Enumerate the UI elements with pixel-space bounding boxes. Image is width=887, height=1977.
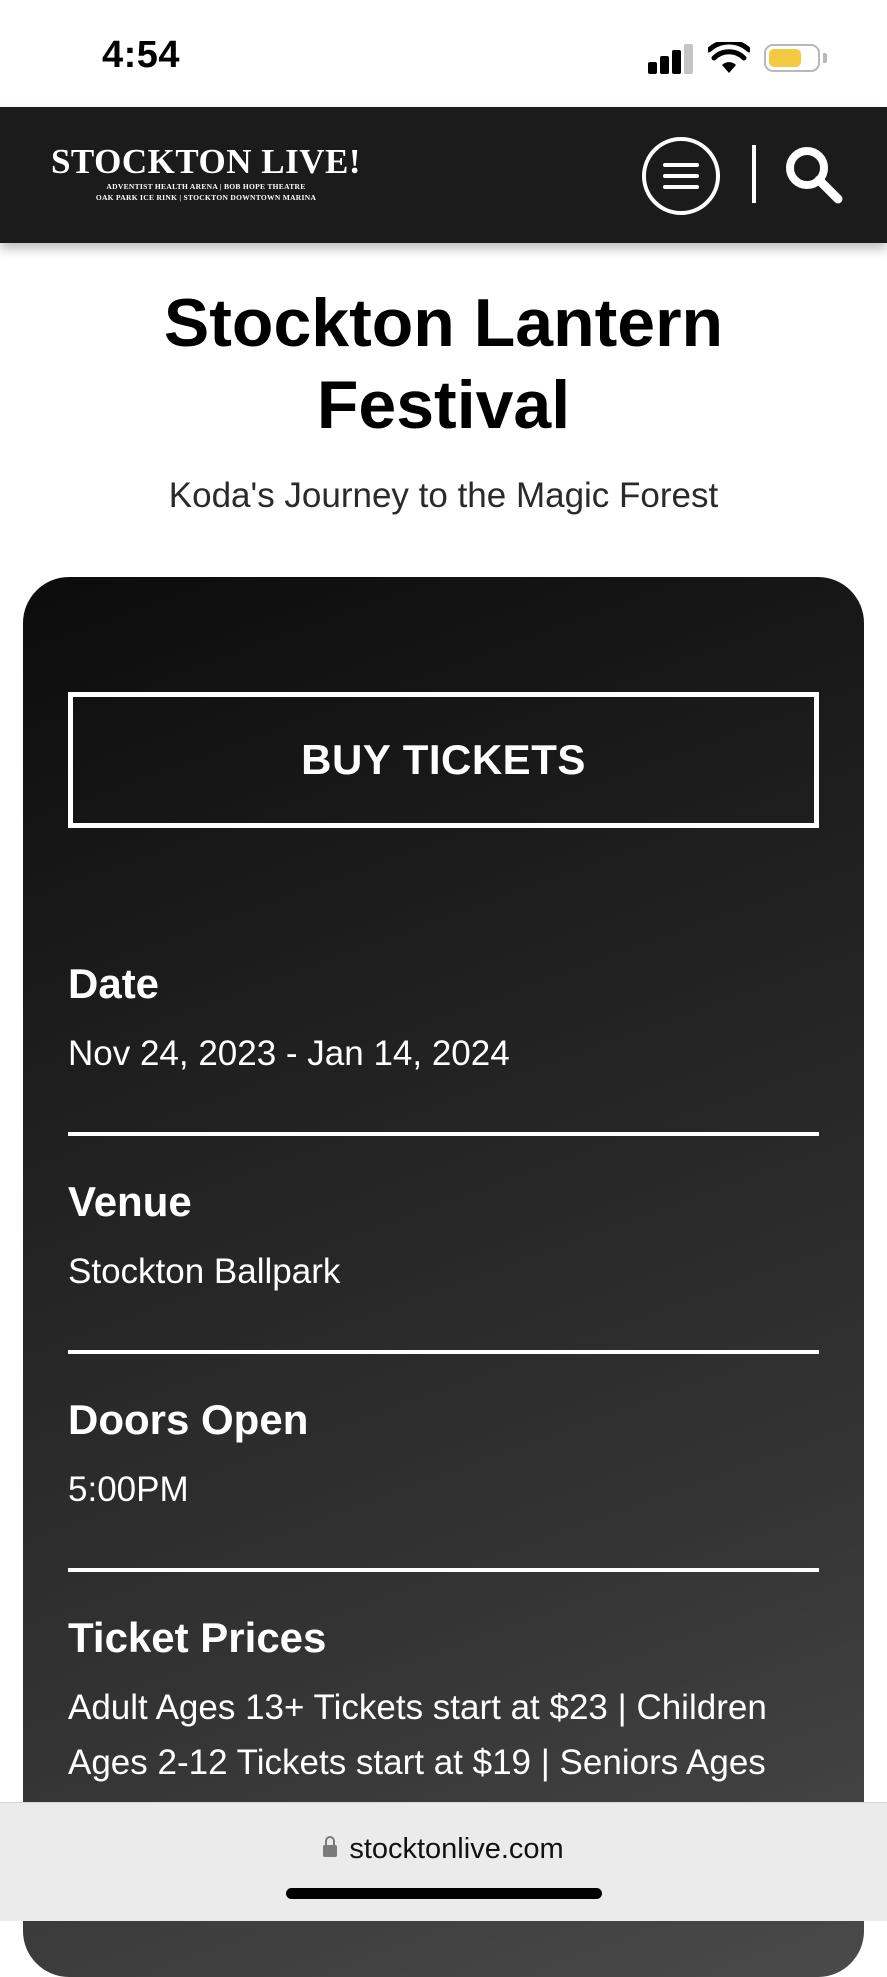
page-title-line1: Stockton Lantern xyxy=(163,285,724,361)
venue-heading: Venue xyxy=(68,1178,192,1225)
section-divider xyxy=(68,1350,819,1354)
date-section: Date Nov 24, 2023 - Jan 14, 2024 xyxy=(68,960,819,1081)
event-info-card: BUY TICKETS Date Nov 24, 2023 - Jan 14, … xyxy=(23,577,864,1977)
menu-icon xyxy=(663,163,699,167)
logo-subtitle-line1: ADVENTIST HEALTH ARENA | BOB HOPE THEATR… xyxy=(106,182,306,191)
page-title-line2: Festival xyxy=(316,367,571,443)
url-text: stocktonlive.com xyxy=(349,1833,564,1865)
site-header: STOCKTON LIVE! ADVENTIST HEALTH ARENA | … xyxy=(0,107,887,243)
url-display[interactable]: stocktonlive.com xyxy=(0,1833,887,1866)
venue-section: Venue Stockton Ballpark xyxy=(68,1178,819,1299)
section-divider xyxy=(68,1568,819,1572)
buy-tickets-button[interactable]: BUY TICKETS xyxy=(68,692,819,828)
status-bar: 4:54 xyxy=(0,0,887,107)
menu-icon-line xyxy=(663,185,699,189)
date-heading: Date xyxy=(68,960,160,1007)
menu-icon-line xyxy=(663,174,699,178)
doors-open-value: 5:00PM xyxy=(68,1470,189,1509)
stockton-live-logo[interactable]: STOCKTON LIVE! ADVENTIST HEALTH ARENA | … xyxy=(46,143,366,203)
logo-subtitle-line2: OAK PARK ICE RINK | STOCKTON DOWNTOWN MA… xyxy=(95,193,317,202)
ticket-prices-line1: Adult Ages 13+ Tickets start at $23 | Ch… xyxy=(68,1688,767,1727)
status-time: 4:54 xyxy=(102,34,181,76)
wifi-icon xyxy=(708,42,750,73)
search-icon[interactable] xyxy=(782,143,844,205)
ticket-prices-heading: Ticket Prices xyxy=(68,1614,327,1661)
ticket-prices-section: Ticket Prices Adult Ages 13+ Tickets sta… xyxy=(68,1614,819,1790)
home-indicator[interactable] xyxy=(286,1888,602,1899)
logo-title: STOCKTON LIVE! xyxy=(50,142,362,181)
browser-address-bar[interactable]: stocktonlive.com xyxy=(0,1802,887,1921)
cellular-signal-icon xyxy=(648,44,694,74)
page-title: Stockton Lantern Festival xyxy=(0,282,887,446)
menu-button[interactable] xyxy=(642,137,720,215)
doors-open-section: Doors Open 5:00PM xyxy=(68,1396,819,1517)
venue-value: Stockton Ballpark xyxy=(68,1252,341,1291)
battery-icon xyxy=(764,44,820,72)
doors-open-heading: Doors Open xyxy=(68,1396,309,1443)
page-subtitle: Koda's Journey to the Magic Forest xyxy=(168,476,719,515)
date-value: Nov 24, 2023 - Jan 14, 2024 xyxy=(68,1034,510,1073)
battery-cap xyxy=(823,53,827,63)
section-divider xyxy=(68,1132,819,1136)
ticket-prices-line2: Ages 2-12 Tickets start at $19 | Seniors… xyxy=(68,1743,766,1782)
lock-icon xyxy=(323,1836,338,1857)
header-divider xyxy=(752,145,756,203)
battery-level xyxy=(769,49,801,67)
